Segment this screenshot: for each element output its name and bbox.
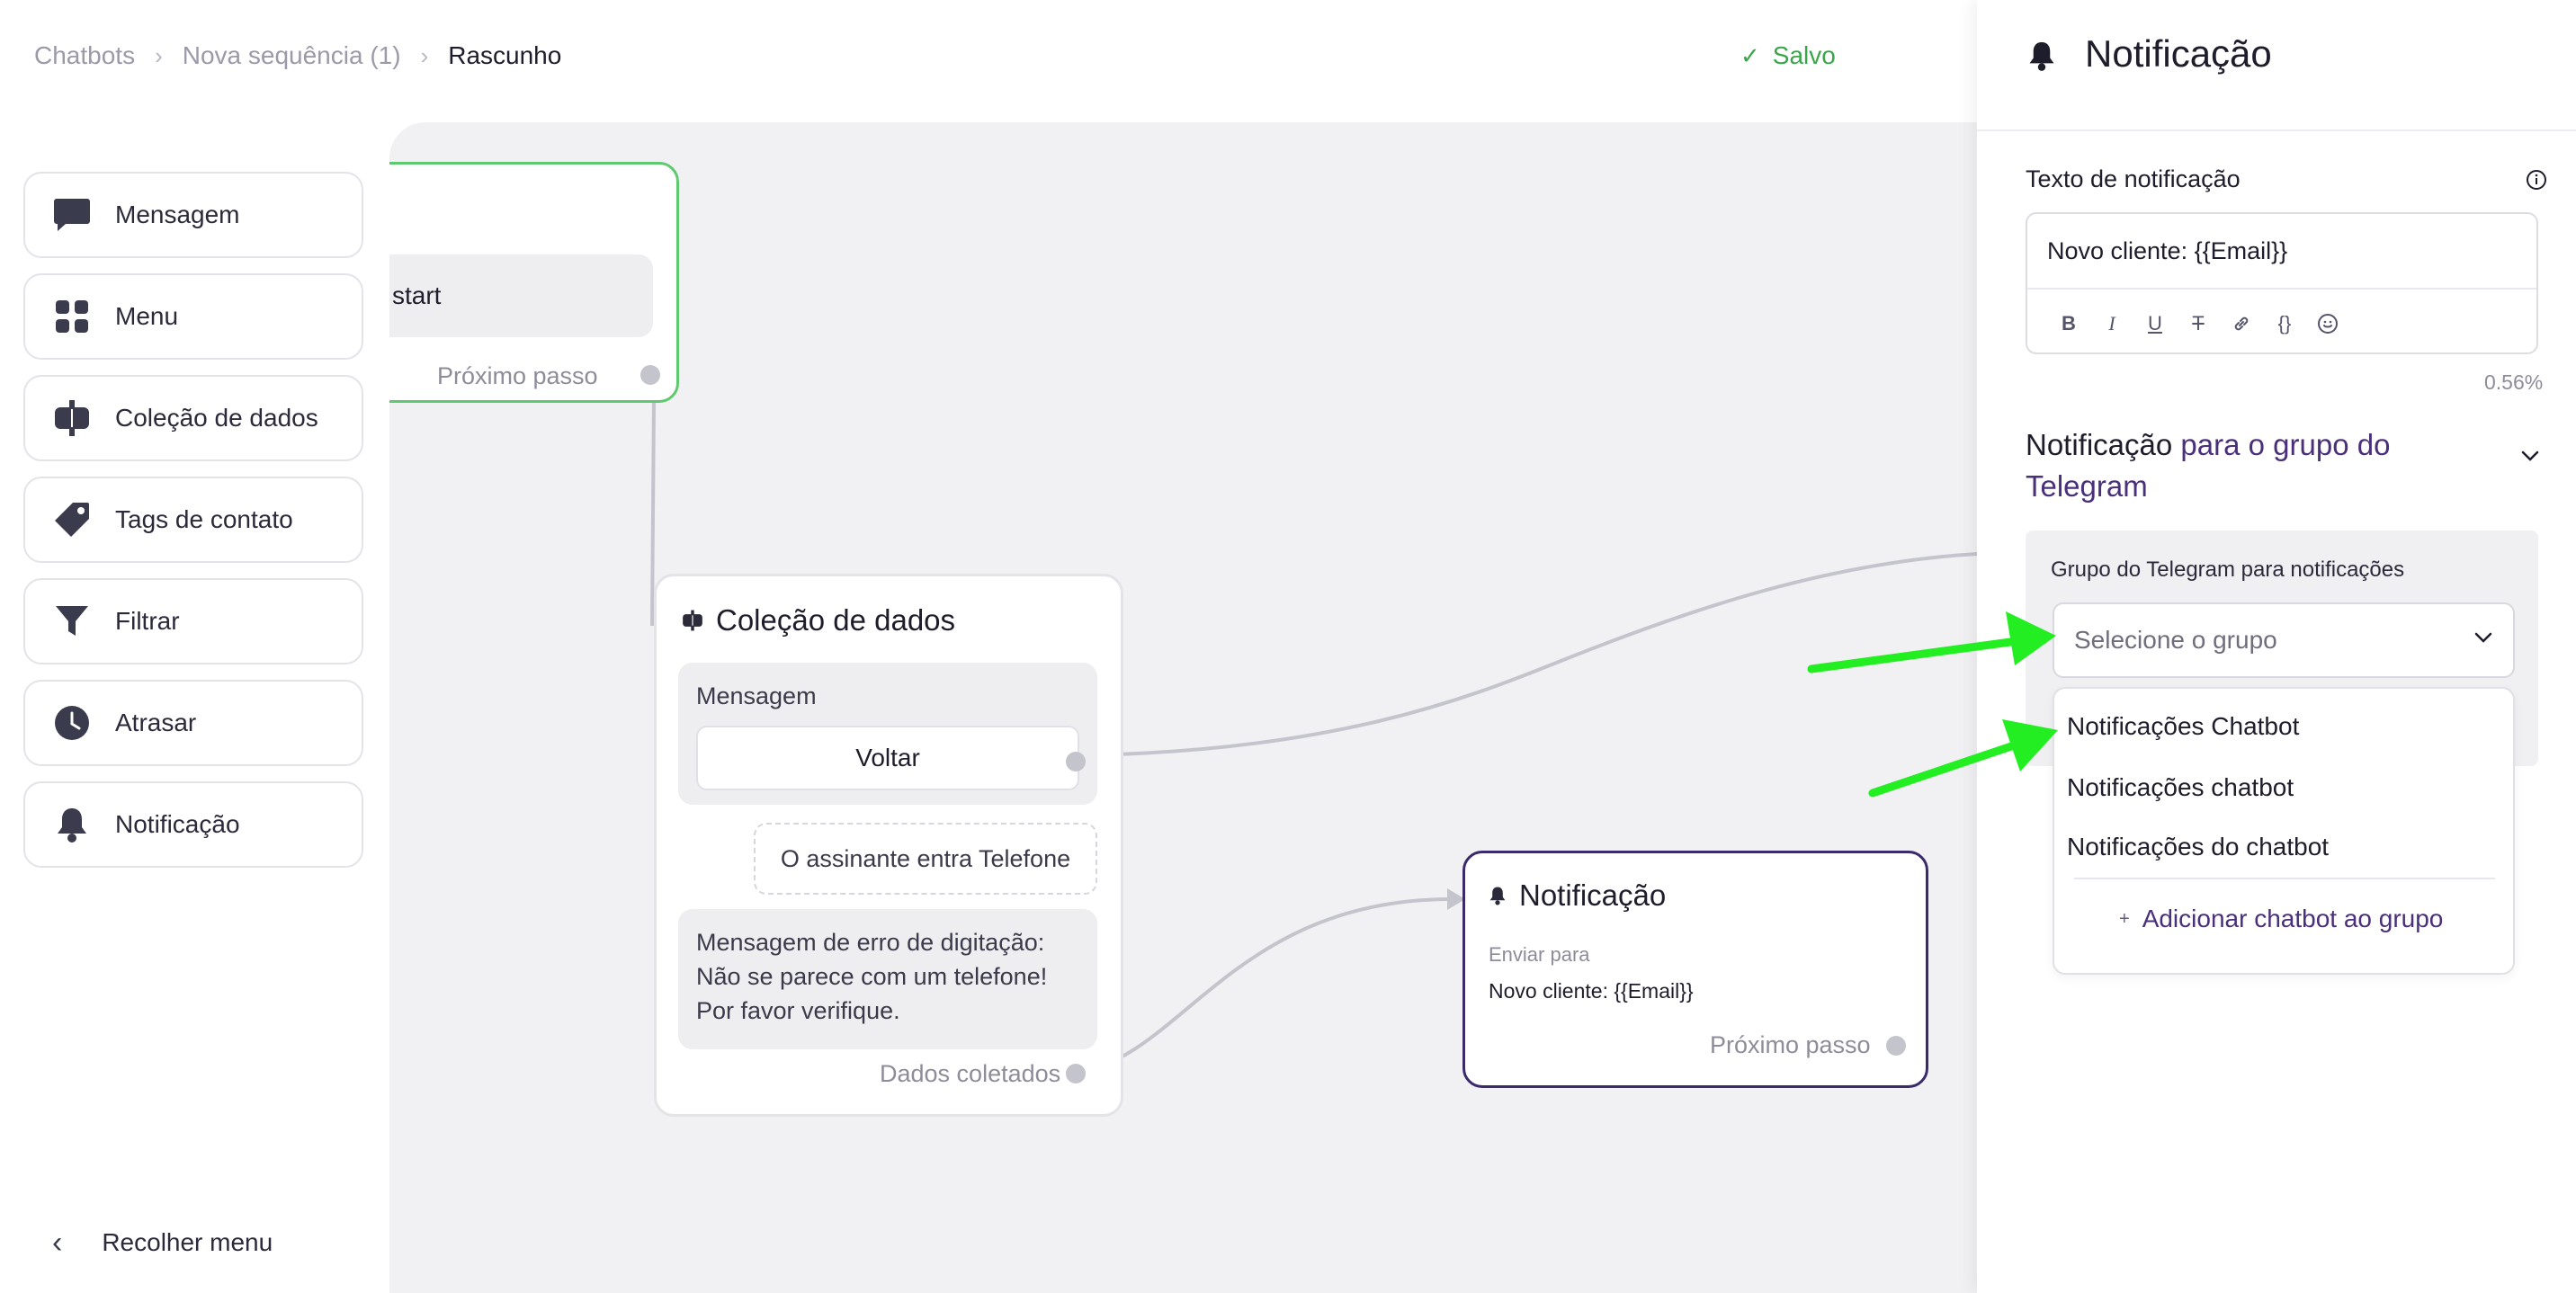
send-to-value: Novo cliente: {{Email}} [1489,979,1694,1003]
sidebar-item-label: Menu [115,302,179,330]
message-label: Mensagem [696,682,817,709]
clock-icon [52,703,92,743]
tag-icon [52,500,92,539]
sidebar-item-label: Mensagem [115,201,240,228]
sidebar-item-tags-de-contato[interactable]: Tags de contato [23,477,363,563]
variable-icon[interactable]: {} [2263,306,2306,342]
output-port[interactable] [1886,1036,1906,1056]
grid-icon [52,297,92,336]
message-icon [52,195,92,235]
notification-text-label: Texto de notificação [2026,165,2241,192]
voltar-button[interactable]: Voltar [696,726,1079,790]
error-message-block[interactable]: Mensagem de erro de digitação: Não se pa… [678,909,1097,1049]
dropdown-option[interactable]: Notificações do chatbot [2067,833,2329,861]
sidebar-item-label: Atrasar [115,709,197,736]
chevron-down-icon [2473,631,2493,648]
breadcrumb-current: Rascunho [448,41,562,69]
chevron-left-icon: ‹ [52,1225,63,1260]
sidebar-item-label: Tags de contato [115,505,293,533]
node-title-text: Notificação [1519,878,1667,912]
chevron-down-icon[interactable] [2520,450,2540,467]
bell-icon [52,805,92,844]
saved-status: ✓ Salvo [1740,38,1836,74]
group-dropdown: Notificações Chatbot Notificações chatbo… [2053,687,2515,975]
sidebar-item-menu[interactable]: Menu [23,273,363,360]
telegram-section-title[interactable]: Notificação para o grupo do Telegram [2026,424,2493,507]
next-step-label: Próximo passo [1710,1031,1871,1058]
collapse-menu-button[interactable]: ‹ Recolher menu [52,1221,273,1264]
flow-canvas[interactable]: start Próximo passo Coleção de dados Men… [389,122,1977,1293]
panel-title: Notificação [2085,32,2272,75]
breadcrumb-chatbots[interactable]: Chatbots [34,41,135,70]
data-collection-icon [52,398,92,438]
telegram-group-label: Grupo do Telegram para notificações [2051,557,2405,582]
node-title: Coleção de dados [682,603,955,638]
add-chatbot-to-group-button[interactable]: + Adicionar chatbot ao grupo [2119,905,2443,933]
plus-icon: + [2119,908,2130,929]
output-port[interactable] [640,365,660,385]
collapse-menu-label: Recolher menu [102,1228,273,1256]
message-block[interactable]: Mensagem Voltar [678,663,1097,805]
button-output-port[interactable] [1066,752,1086,771]
collected-output-port[interactable] [1066,1064,1086,1083]
underline-icon[interactable]: U [2133,306,2177,342]
breadcrumb: Chatbots › Nova sequência (1) › Rascunho [34,38,561,74]
notification-text-editor[interactable]: Novo cliente: {{Email}} B I U T {} [2026,212,2538,354]
breadcrumb-separator: › [420,41,429,69]
start-trigger-chip[interactable]: start [389,254,653,337]
dropdown-option[interactable]: Notificações chatbot [2067,773,2294,802]
notification-settings-panel: Notificação Texto de notificação Novo cl… [1977,0,2576,1293]
breadcrumb-sequence[interactable]: Nova sequência (1) [183,41,401,70]
editor-toolbar: B I U T {} [2047,306,2349,342]
editor-divider [2027,288,2536,290]
sidebar-item-mensagem[interactable]: Mensagem [23,172,363,258]
sidebar-item-filtrar[interactable]: Filtrar [23,578,363,664]
check-icon: ✓ [1740,41,1760,69]
error-line: Não se parece com um telefone! [696,963,1048,990]
node-title: Notificação [1489,878,1666,913]
emoji-icon[interactable] [2306,306,2349,342]
sidebar-item-label: Coleção de dados [115,404,318,432]
data-collection-node[interactable]: Coleção de dados Mensagem Voltar O assin… [654,574,1123,1117]
group-select[interactable]: Selecione o grupo [2053,602,2515,678]
panel-header: Notificação [1977,0,2576,131]
breadcrumb-separator: › [155,41,163,69]
sidebar-item-label: Filtrar [115,607,180,635]
node-title-text: Coleção de dados [716,603,956,637]
error-line: Por favor verifique. [696,997,900,1024]
notification-node[interactable]: Notificação Enviar para Novo cliente: {{… [1462,851,1928,1088]
send-to-label: Enviar para [1489,943,1590,966]
bold-icon[interactable]: B [2047,306,2090,342]
bell-icon [1489,885,1507,906]
filter-icon [52,602,92,641]
start-node[interactable]: start Próximo passo [389,162,679,403]
section-title-plain: Notificação [2026,428,2181,461]
sidebar-item-colecao-de-dados[interactable]: Coleção de dados [23,375,363,461]
dropdown-divider [2074,878,2495,879]
sidebar-item-label: Notificação [115,810,240,838]
dropdown-option[interactable]: Notificações Chatbot [2067,712,2299,741]
collected-data-label: Dados coletados [880,1060,1061,1087]
italic-icon[interactable]: I [2090,306,2133,342]
bell-icon [2027,40,2056,76]
sidebar-item-notificacao[interactable]: Notificação [23,781,363,868]
data-collection-icon [682,609,703,632]
strikethrough-icon[interactable]: T [2177,306,2220,342]
error-line: Mensagem de erro de digitação: [696,929,1045,956]
group-select-placeholder: Selecione o grupo [2074,626,2277,654]
character-usage-percent: 0.56% [2484,370,2544,394]
add-chatbot-label: Adicionar chatbot ao grupo [2142,905,2444,932]
link-icon[interactable] [2220,306,2263,342]
subscriber-input-block[interactable]: O assinante entra Telefone [754,823,1097,895]
notification-text-value[interactable]: Novo cliente: {{Email}} [2047,237,2287,265]
sidebar-item-atrasar[interactable]: Atrasar [23,680,363,766]
info-icon[interactable] [2526,169,2547,195]
saved-label: Salvo [1772,41,1836,69]
next-step-label: Próximo passo [437,362,598,389]
